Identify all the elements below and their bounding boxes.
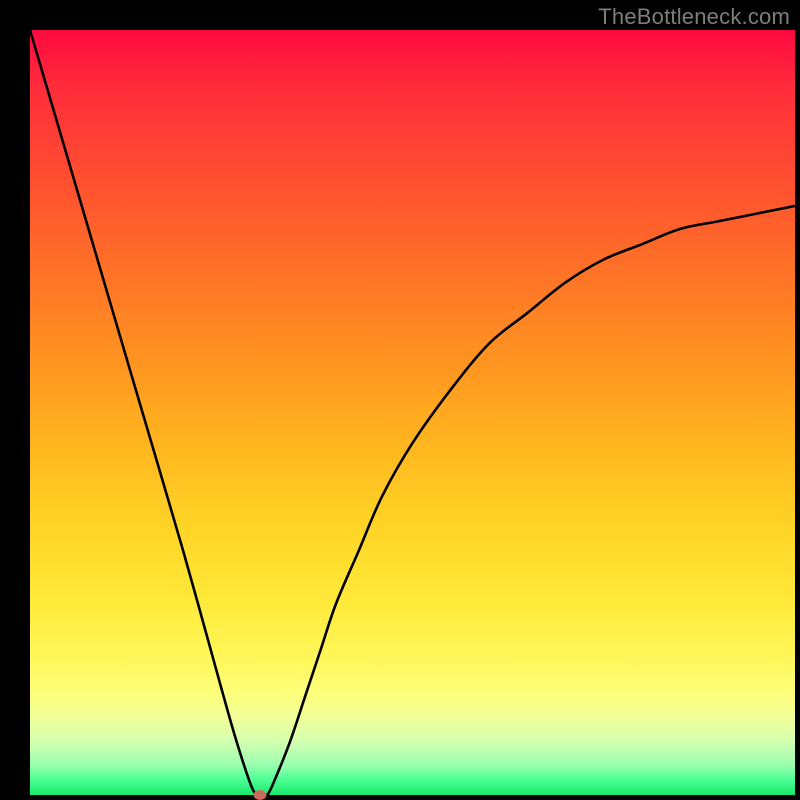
bottleneck-curve [30, 30, 795, 795]
minimum-marker [253, 790, 266, 800]
watermark-text: TheBottleneck.com [598, 4, 790, 30]
curve-path [30, 30, 795, 796]
chart-frame: TheBottleneck.com [0, 0, 800, 800]
plot-area [30, 30, 795, 795]
